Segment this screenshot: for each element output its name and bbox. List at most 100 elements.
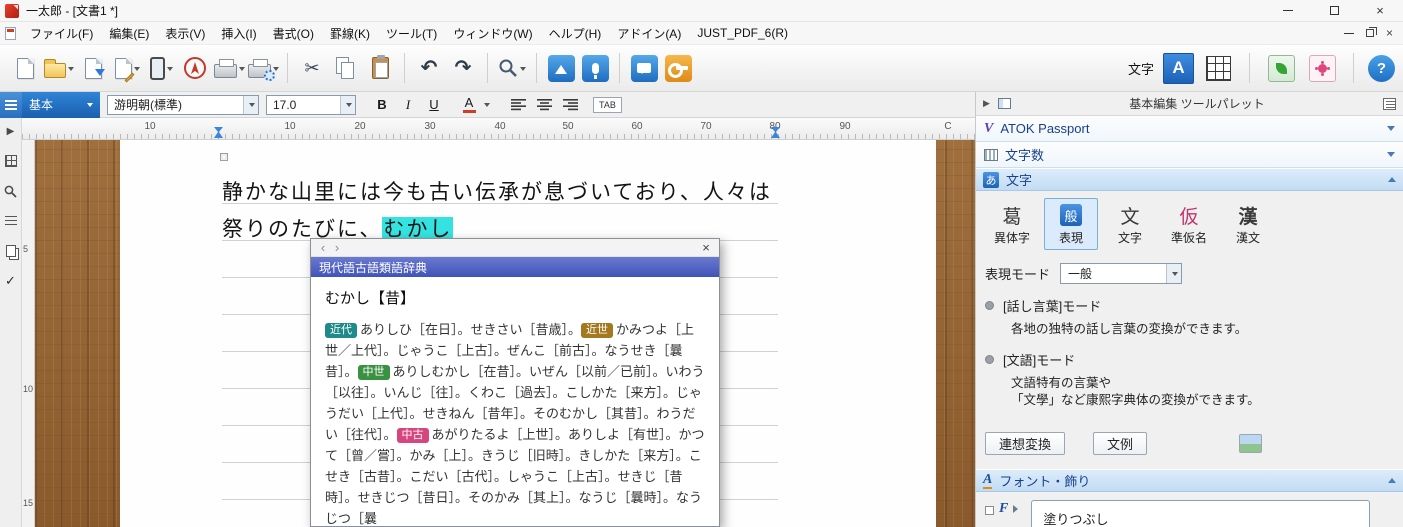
example-button[interactable]: 文例 xyxy=(1093,432,1147,455)
tool-junkana[interactable]: 仮 準仮名 xyxy=(1162,198,1216,250)
voice-input-button[interactable] xyxy=(579,49,611,87)
font-color-button[interactable]: A xyxy=(457,94,481,116)
paste-button[interactable] xyxy=(364,49,396,87)
menu-addin[interactable]: アドイン(A) xyxy=(609,22,689,45)
font-checkbox[interactable] xyxy=(985,506,994,515)
chevron-up-icon[interactable] xyxy=(1388,173,1396,182)
font-section-header[interactable]: A フォント・飾り xyxy=(976,469,1403,492)
font-size-selector[interactable]: 17.0 xyxy=(266,95,356,115)
security-button[interactable] xyxy=(662,49,694,87)
dropdown-caret-icon[interactable] xyxy=(520,67,526,74)
radio-icon[interactable] xyxy=(985,355,994,364)
font-selector[interactable]: 游明朝(標準) xyxy=(107,95,259,115)
menu-ruledlines[interactable]: 罫線(K) xyxy=(322,22,378,45)
align-center-button[interactable] xyxy=(532,94,556,116)
atok-passport-row[interactable]: V ATOK Passport xyxy=(976,116,1403,142)
dropdown-caret-icon[interactable] xyxy=(239,67,245,74)
bungo-mode-radio-row[interactable]: [文語]モード xyxy=(985,348,1394,371)
radio-icon[interactable] xyxy=(985,301,994,310)
chevron-down-icon[interactable] xyxy=(243,96,258,114)
decoration-button[interactable] xyxy=(1306,49,1338,87)
left-margin-marker[interactable] xyxy=(214,127,223,138)
dropdown-caret-icon[interactable] xyxy=(167,67,173,74)
save-button[interactable] xyxy=(77,49,109,87)
media-button[interactable] xyxy=(545,49,577,87)
char-input-mode-button[interactable]: A xyxy=(1163,53,1194,84)
print-settings-button[interactable] xyxy=(247,49,279,87)
comment-button[interactable] xyxy=(628,49,660,87)
palette-window-icon[interactable] xyxy=(998,98,1011,109)
check-icon[interactable]: ✓ xyxy=(4,274,18,288)
minimize-button[interactable] xyxy=(1265,0,1311,21)
align-right-button[interactable] xyxy=(558,94,582,116)
menu-file[interactable]: ファイル(F) xyxy=(22,22,101,45)
menu-format[interactable]: 書式(O) xyxy=(265,22,322,45)
save-as-button[interactable] xyxy=(111,49,143,87)
mdi-minimize-icon[interactable] xyxy=(1344,33,1354,34)
back-icon[interactable]: ‹ xyxy=(316,241,330,254)
menu-help[interactable]: ヘルプ(H) xyxy=(541,22,610,45)
menu-tools[interactable]: ツール(T) xyxy=(378,22,445,45)
dropdown-caret-icon[interactable] xyxy=(68,67,74,74)
chevron-down-icon[interactable] xyxy=(1387,152,1395,161)
chevron-down-icon[interactable] xyxy=(1166,264,1181,283)
open-button[interactable] xyxy=(43,49,75,87)
new-document-button[interactable] xyxy=(9,49,41,87)
fill-setting-box[interactable]: 塗りつぶし xyxy=(1031,500,1370,527)
collapse-arrow-icon[interactable]: ▶ xyxy=(983,98,990,109)
expression-mode-select[interactable]: 一般 xyxy=(1060,263,1182,284)
pages-icon[interactable] xyxy=(4,244,18,258)
dropdown-caret-icon[interactable] xyxy=(134,67,140,74)
expand-arrow-icon[interactable]: ▶ xyxy=(4,124,18,138)
zoom-button[interactable] xyxy=(496,49,528,87)
menu-view[interactable]: 表示(V) xyxy=(157,22,213,45)
vertical-ruler[interactable]: 5 10 15 xyxy=(22,140,35,527)
document-text-line[interactable]: 静かな山里には今も古い伝承が息づいており、人々は xyxy=(222,176,772,206)
style-set-button[interactable] xyxy=(1265,49,1297,87)
italic-button[interactable]: I xyxy=(396,94,420,116)
mobile-view-button[interactable] xyxy=(145,49,177,87)
picture-icon[interactable] xyxy=(1239,434,1262,453)
tab-button[interactable]: TAB xyxy=(593,97,622,113)
close-button[interactable]: × xyxy=(1357,0,1403,21)
chevron-right-icon[interactable] xyxy=(1013,505,1022,513)
forward-icon[interactable]: › xyxy=(330,241,344,254)
char-count-row[interactable]: 文字数 xyxy=(976,142,1403,168)
tool-moji[interactable]: 文 文字 xyxy=(1103,198,1157,250)
tool-itaiji[interactable]: 葛 異体字 xyxy=(985,198,1039,250)
chevron-down-icon[interactable] xyxy=(1387,126,1395,135)
style-selector[interactable]: 基本 xyxy=(22,92,100,118)
list-icon[interactable] xyxy=(4,214,18,228)
menu-window[interactable]: ウィンドウ(W) xyxy=(445,22,540,45)
palette-grid-icon[interactable] xyxy=(4,154,18,168)
underline-button[interactable]: U xyxy=(422,94,446,116)
maximize-button[interactable] xyxy=(1311,0,1357,21)
hamburger-menu-button[interactable] xyxy=(0,92,22,118)
print-button[interactable] xyxy=(213,49,245,87)
copy-button[interactable] xyxy=(330,49,362,87)
dictionary-close-icon[interactable]: × xyxy=(698,240,714,255)
undo-button[interactable]: ↶ xyxy=(413,49,445,87)
dropdown-caret-icon[interactable] xyxy=(484,103,490,110)
search-icon[interactable] xyxy=(4,184,18,198)
chevron-up-icon[interactable] xyxy=(1388,474,1396,483)
menu-insert[interactable]: 挿入(I) xyxy=(213,22,264,45)
spoken-mode-radio-row[interactable]: [話し言葉]モード xyxy=(985,294,1394,317)
mdi-restore-icon[interactable] xyxy=(1366,29,1374,37)
help-button[interactable]: ? xyxy=(1368,55,1395,82)
chevron-down-icon[interactable] xyxy=(340,96,355,114)
navigation-button[interactable] xyxy=(179,49,211,87)
redo-button[interactable]: ↷ xyxy=(447,49,479,87)
association-convert-button[interactable]: 連想変換 xyxy=(985,432,1065,455)
menu-justpdf[interactable]: JUST_PDF_6(R) xyxy=(689,23,796,43)
menu-edit[interactable]: 編集(E) xyxy=(101,22,157,45)
align-left-button[interactable] xyxy=(506,94,530,116)
mdi-close-icon[interactable]: × xyxy=(1386,26,1393,40)
cut-button[interactable]: ✂ xyxy=(296,49,328,87)
table-button[interactable] xyxy=(1202,49,1234,87)
tool-kanbun[interactable]: 漢 漢文 xyxy=(1221,198,1275,250)
moji-section-header[interactable]: あ 文字 xyxy=(976,168,1403,191)
horizontal-ruler[interactable]: 10 10 20 30 40 50 60 70 80 90 C xyxy=(22,118,975,140)
bold-button[interactable]: B xyxy=(370,94,394,116)
tool-hyogen[interactable]: 般 表現 xyxy=(1044,198,1098,250)
